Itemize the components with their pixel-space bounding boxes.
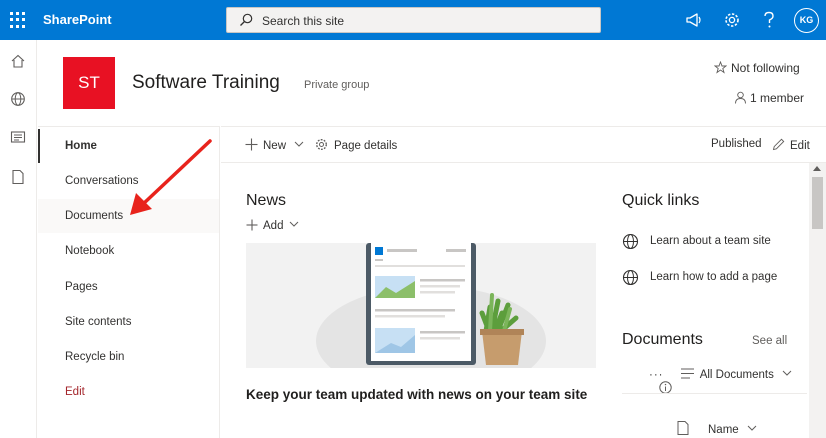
avatar[interactable]: KG (794, 8, 819, 33)
nav-item-site-contents[interactable]: Site contents (38, 305, 219, 339)
page-details-button[interactable]: Page details (315, 138, 397, 152)
chevron-down-icon (782, 370, 792, 376)
name-column-header[interactable]: Name (708, 423, 757, 436)
publish-status: Published (711, 138, 762, 150)
news-card-title[interactable]: Keep your team updated with news on your… (246, 384, 596, 405)
documents-toolbar: ··· All Documents (649, 368, 809, 395)
app-rail (0, 40, 37, 438)
search-input[interactable]: Search this site (226, 7, 601, 33)
list-icon (680, 368, 694, 379)
settings-icon (315, 138, 328, 151)
gear-icon[interactable] (723, 11, 741, 29)
new-button[interactable]: New (245, 138, 304, 152)
search-placeholder: Search this site (262, 14, 345, 28)
quick-link-label: Learn how to add a page (650, 271, 778, 283)
new-label: New (263, 140, 287, 152)
page-details-label: Page details (334, 140, 398, 152)
members-button[interactable]: 1 member (734, 91, 804, 105)
site-header: ST Software Training Private group Not f… (38, 40, 826, 126)
quick-links-heading: Quick links (622, 192, 700, 209)
news-add-button[interactable]: Add (246, 219, 299, 232)
view-selector-label: All Documents (699, 369, 774, 381)
home-icon[interactable] (10, 53, 26, 69)
nav-item-notebook[interactable]: Notebook (38, 234, 219, 268)
vertical-scrollbar[interactable] (809, 163, 826, 438)
chevron-down-icon (289, 221, 299, 227)
star-icon (713, 60, 728, 74)
chevron-down-icon (747, 425, 757, 431)
document-icon[interactable] (10, 169, 26, 185)
news-add-label: Add (263, 220, 284, 232)
news-heading: News (246, 192, 287, 209)
globe-icon (622, 269, 639, 286)
site-privacy: Private group (304, 79, 370, 91)
suite-bar: SharePoint Search this site KG (0, 0, 826, 40)
news-icon[interactable] (10, 129, 26, 145)
documents-heading: Documents (622, 331, 703, 348)
globe-icon (622, 233, 639, 250)
news-illustration-graphic (246, 243, 596, 368)
pencil-icon (772, 138, 785, 151)
more-actions-button[interactable]: ··· (649, 369, 664, 381)
nav-item-pages[interactable]: Pages (38, 270, 219, 304)
arrow-annotation (130, 139, 212, 215)
site-title[interactable]: Software Training (132, 72, 280, 94)
person-icon (735, 91, 746, 104)
nav-item-recycle-bin[interactable]: Recycle bin (38, 340, 219, 374)
name-column-label: Name (708, 424, 739, 436)
follow-button[interactable]: Not following (713, 60, 800, 75)
scroll-up-arrow[interactable] (813, 166, 821, 171)
file-type-icon (677, 421, 689, 435)
chevron-down-icon (294, 141, 304, 147)
page-canvas: News Add Keep your team updated with new… (221, 163, 809, 438)
plus-icon (246, 219, 258, 231)
megaphone-icon[interactable] (685, 11, 703, 29)
edit-label: Edit (790, 140, 810, 152)
quick-link-label: Learn about a team site (650, 235, 771, 247)
see-all-link[interactable]: See all (752, 335, 787, 347)
waffle-icon[interactable] (8, 10, 28, 30)
help-icon[interactable] (761, 11, 777, 29)
globe-icon[interactable] (10, 91, 26, 107)
follow-label: Not following (731, 61, 800, 75)
nav-edit-link[interactable]: Edit (38, 375, 219, 409)
scroll-thumb[interactable] (812, 177, 823, 229)
members-label: 1 member (750, 91, 805, 105)
app-brand[interactable]: SharePoint (43, 12, 112, 27)
search-icon (240, 13, 253, 26)
site-logo[interactable]: ST (63, 57, 115, 109)
plus-icon (245, 138, 258, 151)
edit-button[interactable]: Edit (772, 138, 810, 152)
command-bar: New Page details Published Edit (221, 126, 826, 163)
view-selector[interactable]: All Documents (680, 368, 792, 381)
documents-divider (622, 393, 807, 394)
news-illustration[interactable] (246, 243, 596, 368)
